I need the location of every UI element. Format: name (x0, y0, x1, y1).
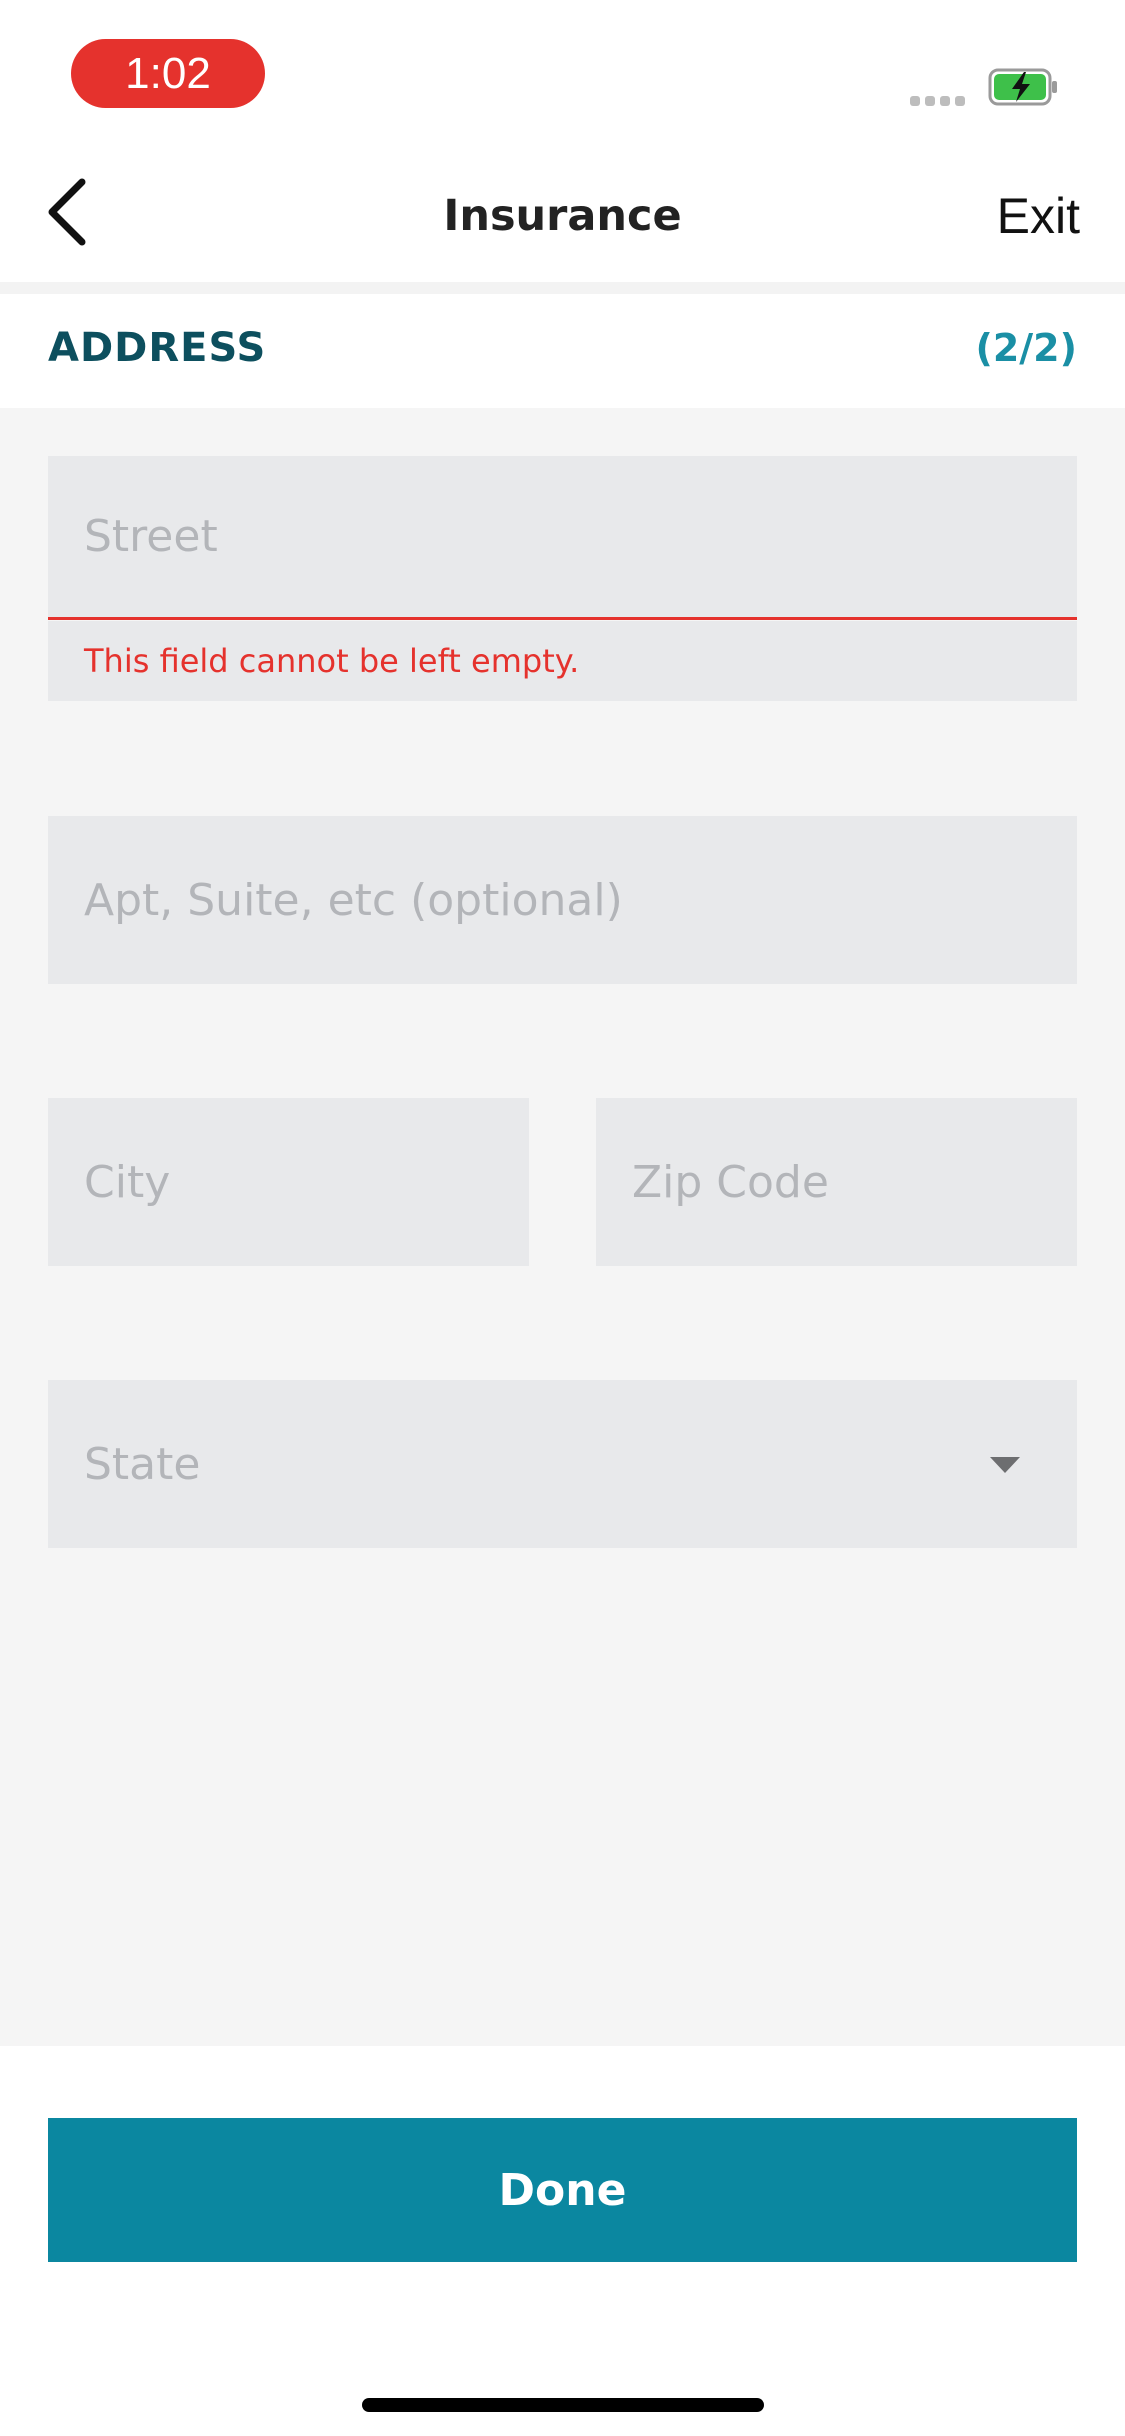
back-button[interactable] (36, 172, 96, 252)
zip-placeholder: Zip Code (632, 1156, 829, 1208)
street-error-message: This field cannot be left empty. (48, 621, 1077, 701)
page-title: Insurance (443, 191, 682, 241)
apt-placeholder: Apt, Suite, etc (optional) (84, 874, 623, 926)
step-indicator: (2/2) (975, 326, 1078, 370)
section-title: ADDRESS (48, 325, 267, 371)
caret-down-icon (990, 1457, 1020, 1473)
done-button[interactable]: Done (48, 2118, 1077, 2262)
street-placeholder: Street (84, 511, 218, 562)
header-divider (0, 282, 1125, 294)
exit-button[interactable]: Exit (950, 180, 1080, 252)
state-placeholder: State (84, 1438, 201, 1490)
signal-icon (910, 96, 966, 108)
city-placeholder: City (84, 1156, 171, 1208)
apt-input[interactable]: Apt, Suite, etc (optional) (48, 816, 1077, 984)
street-input[interactable]: Street (48, 456, 1077, 620)
chevron-left-icon (48, 178, 86, 246)
zip-code-input[interactable]: Zip Code (596, 1098, 1077, 1266)
state-select[interactable]: State (48, 1380, 1077, 1548)
status-time: 1:02 (71, 39, 265, 108)
city-input[interactable]: City (48, 1098, 529, 1266)
home-indicator (362, 2398, 764, 2412)
battery-charging-icon (988, 68, 1058, 106)
